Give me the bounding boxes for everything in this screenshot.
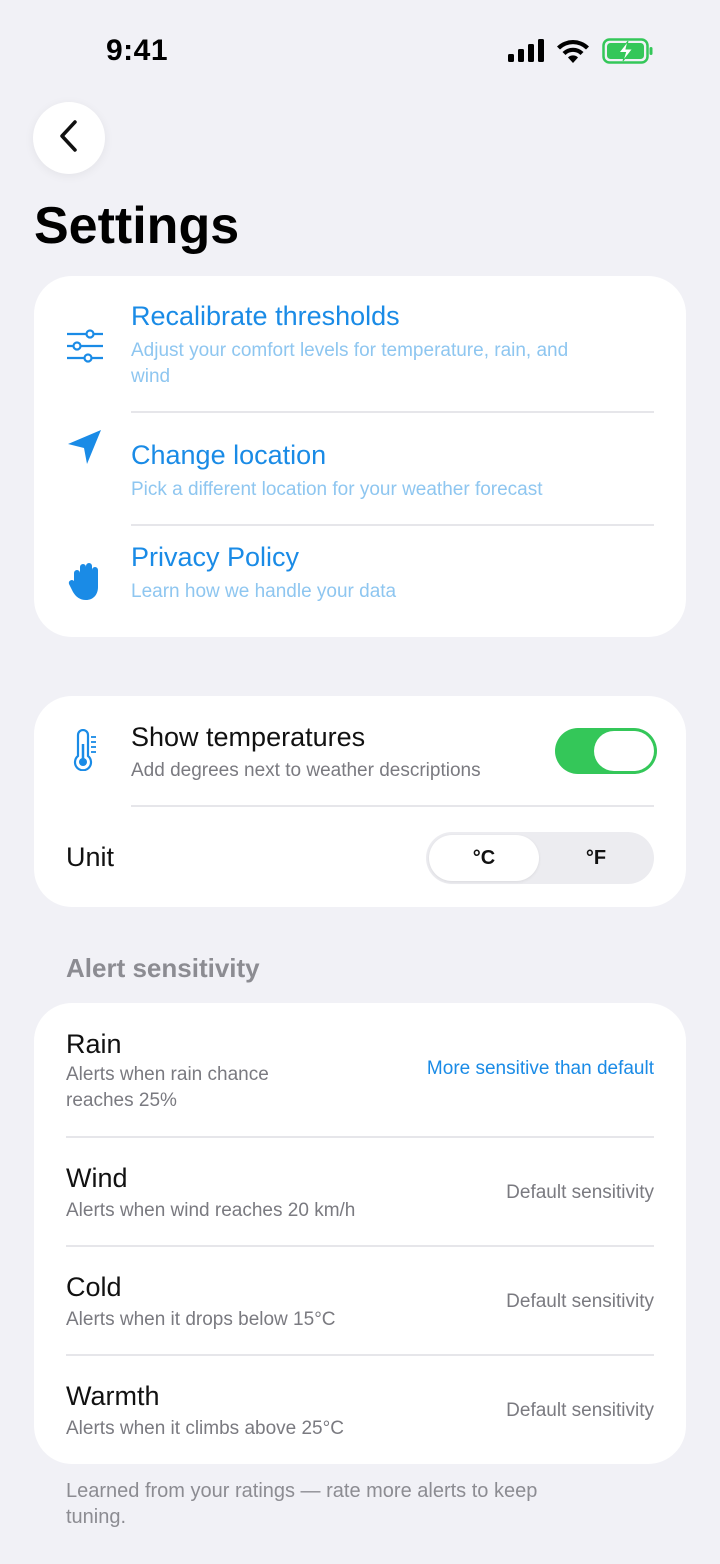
alert-row-cold[interactable]: Cold Alerts when it drops below 15°C Def…: [34, 1247, 686, 1354]
alert-row-warmth[interactable]: Warmth Alerts when it climbs above 25°C …: [34, 1356, 686, 1463]
thermometer-icon: [65, 729, 105, 771]
alert-row-wind[interactable]: Wind Alerts when wind reaches 20 km/h De…: [34, 1138, 686, 1245]
show-temperatures-title: Show temperatures: [131, 722, 366, 752]
settings-links-card: Recalibrate thresholds Adjust your comfo…: [34, 276, 686, 637]
location-arrow-icon: [65, 427, 105, 467]
alert-title: Warmth: [66, 1381, 160, 1411]
status-icons: [508, 38, 654, 69]
change-location-subtitle: Pick a different location for your weath…: [131, 479, 543, 500]
temperature-card: Show temperatures Add degrees next to we…: [34, 696, 686, 907]
alert-status: More sensitive than default: [426, 1058, 654, 1079]
alert-subtitle: Alerts when rain chance reaches 25%: [66, 1064, 269, 1111]
alert-title: Rain: [66, 1029, 122, 1059]
back-button[interactable]: [33, 102, 105, 174]
recalibrate-thresholds-subtitle: Adjust your comfort levels for temperatu…: [131, 340, 569, 387]
alert-title: Cold: [66, 1272, 122, 1302]
status-bar: 9:41: [0, 0, 720, 100]
alert-sensitivity-heading: Alert sensitivity: [66, 953, 260, 983]
unit-label: Unit: [66, 842, 115, 872]
alert-status: Default sensitivity: [506, 1400, 654, 1421]
unit-option-celsius[interactable]: °C: [429, 835, 539, 881]
alert-subtitle: Alerts when wind reaches 20 km/h: [66, 1200, 356, 1221]
alert-row-rain[interactable]: Rain Alerts when rain chance reaches 25%…: [34, 1003, 686, 1136]
unit-option-fahrenheit[interactable]: °F: [541, 835, 651, 881]
page-title: Settings: [34, 197, 240, 255]
toggle-knob: [594, 731, 654, 771]
wifi-icon: [556, 38, 590, 69]
recalibrate-thresholds-title: Recalibrate thresholds: [131, 301, 400, 331]
footer-note: Learned from your ratings — rate more al…: [66, 1480, 538, 1528]
unit-segmented-control: °C °F: [426, 832, 654, 884]
alert-status: Default sensitivity: [506, 1182, 654, 1203]
alert-status: Default sensitivity: [506, 1291, 654, 1312]
privacy-policy-row[interactable]: Privacy Policy Learn how we handle your …: [34, 526, 686, 637]
chevron-left-icon: [57, 119, 81, 158]
privacy-policy-subtitle: Learn how we handle your data: [131, 581, 397, 602]
alert-title: Wind: [66, 1163, 128, 1193]
privacy-policy-title: Privacy Policy: [131, 542, 300, 572]
recalibrate-thresholds-row[interactable]: Recalibrate thresholds Adjust your comfo…: [34, 276, 686, 412]
show-temperatures-toggle[interactable]: [555, 728, 657, 774]
divider: [131, 805, 654, 807]
status-time: 9:41: [106, 34, 169, 67]
cellular-signal-icon: [508, 39, 544, 68]
alert-subtitle: Alerts when it climbs above 25°C: [66, 1418, 344, 1439]
change-location-row[interactable]: Change location Pick a different locatio…: [34, 413, 686, 524]
sliders-icon: [65, 326, 105, 366]
alert-sensitivity-card: Rain Alerts when rain chance reaches 25%…: [34, 1003, 686, 1464]
alert-subtitle: Alerts when it drops below 15°C: [66, 1309, 336, 1330]
hand-icon: [65, 561, 105, 601]
show-temperatures-subtitle: Add degrees next to weather descriptions: [131, 760, 481, 781]
change-location-title: Change location: [131, 440, 327, 470]
battery-charging-icon: [602, 38, 654, 69]
